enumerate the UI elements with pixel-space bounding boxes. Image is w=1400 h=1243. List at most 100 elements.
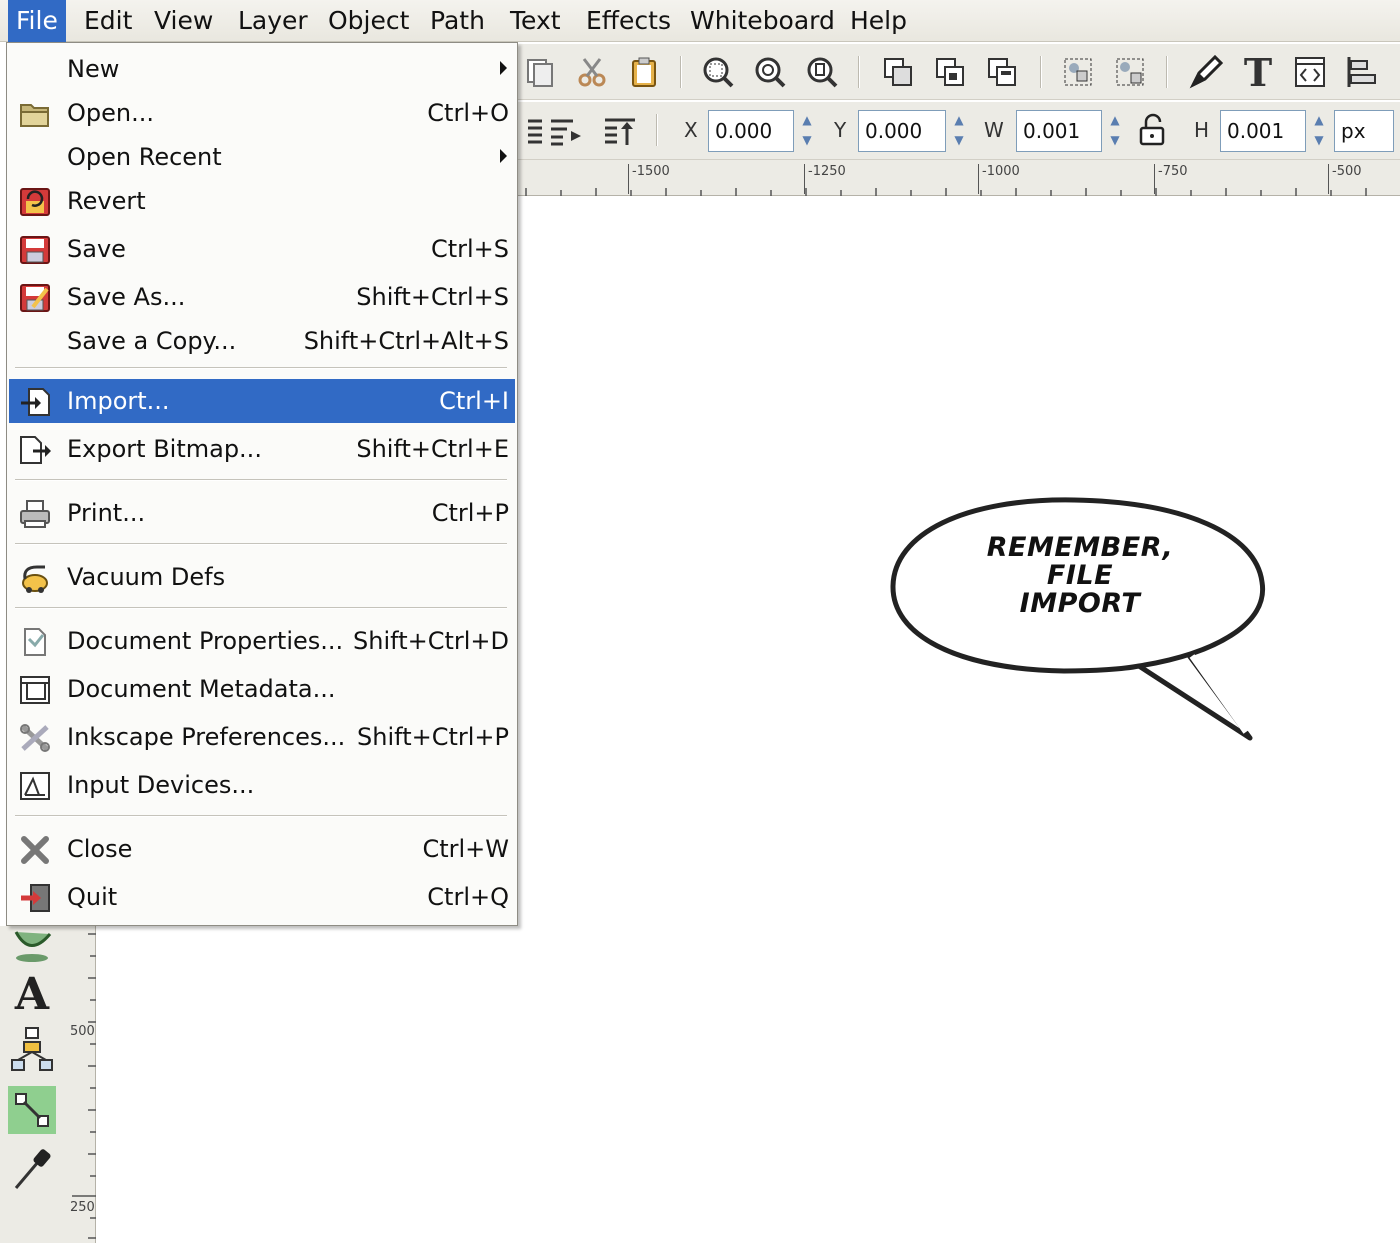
clone-icon[interactable] xyxy=(932,54,968,90)
menu-effects[interactable]: Effects xyxy=(578,0,679,42)
menu-text[interactable]: Text xyxy=(502,0,569,42)
menu-item-save[interactable]: Save Ctrl+S xyxy=(9,227,515,271)
menu-help[interactable]: Help xyxy=(842,0,915,42)
menu-object[interactable]: Object xyxy=(320,0,417,42)
h-field[interactable]: 0.001 xyxy=(1220,110,1306,152)
ruler-label: 250 xyxy=(70,1200,95,1215)
menu-separator xyxy=(15,367,507,369)
x-field[interactable]: 0.000 xyxy=(708,110,794,152)
fill-stroke-icon[interactable] xyxy=(1188,54,1224,90)
menu-item-label: Open... xyxy=(67,99,154,127)
revert-icon xyxy=(20,188,50,216)
menu-item-label: Import... xyxy=(67,387,170,415)
menu-item-input-devices[interactable]: Input Devices... xyxy=(9,763,515,807)
menu-item-shortcut: Ctrl+I xyxy=(439,387,509,415)
ruler-label: -1500 xyxy=(628,164,670,194)
menu-item-shortcut: Shift+Ctrl+E xyxy=(356,435,509,463)
menu-item-label: Print... xyxy=(67,499,146,527)
zoom-selection-icon[interactable] xyxy=(700,54,736,90)
menu-item-close[interactable]: Close Ctrl+W xyxy=(9,827,515,871)
dropper-tool-icon[interactable] xyxy=(8,1144,56,1192)
menu-item-open[interactable]: Open... Ctrl+O xyxy=(9,91,515,135)
y-field[interactable]: 0.000 xyxy=(858,110,946,152)
quit-icon xyxy=(21,884,50,912)
bubble-text-line: FILE xyxy=(1046,560,1114,591)
menu-edit[interactable]: Edit xyxy=(76,0,140,42)
text-font-icon[interactable]: T xyxy=(1240,50,1276,95)
document-properties-icon xyxy=(24,628,46,656)
menu-separator xyxy=(15,607,507,609)
lower-icon[interactable] xyxy=(548,114,584,150)
y-spinner[interactable]: ▲ ▼ xyxy=(948,110,970,152)
ruler-label: -1000 xyxy=(978,164,1020,194)
xml-editor-icon[interactable] xyxy=(1292,54,1328,90)
menu-path[interactable]: Path xyxy=(422,0,493,42)
menu-whiteboard[interactable]: Whiteboard xyxy=(682,0,843,42)
menu-item-label: Save As... xyxy=(67,283,186,311)
paste-icon[interactable] xyxy=(626,54,662,90)
spray-tool-icon[interactable] xyxy=(8,920,56,968)
h-label: H xyxy=(1194,118,1210,142)
menu-separator xyxy=(15,543,507,545)
group-icon[interactable] xyxy=(1060,54,1096,90)
menu-item-shortcut: Shift+Ctrl+P xyxy=(357,723,509,751)
x-spinner[interactable]: ▲ ▼ xyxy=(796,110,818,152)
menu-item-save-as[interactable]: Save As... Shift+Ctrl+S xyxy=(9,275,515,319)
y-label: Y xyxy=(834,118,847,142)
submenu-arrow-icon xyxy=(500,61,507,75)
menu-view[interactable]: View xyxy=(146,0,221,42)
vacuum-icon xyxy=(22,565,48,593)
menu-item-quit[interactable]: Quit Ctrl+Q xyxy=(9,875,515,919)
save-as-icon xyxy=(20,284,50,312)
menu-item-export-bitmap[interactable]: Export Bitmap... Shift+Ctrl+E xyxy=(9,427,515,471)
cut-icon[interactable] xyxy=(574,54,610,90)
menu-item-shortcut: Ctrl+O xyxy=(427,99,509,127)
menu-separator xyxy=(15,479,507,481)
w-field[interactable]: 0.001 xyxy=(1016,110,1102,152)
unit-select[interactable]: px xyxy=(1334,110,1394,152)
menu-file[interactable]: File xyxy=(8,0,66,42)
zoom-drawing-icon[interactable] xyxy=(752,54,788,90)
h-spinner[interactable]: ▲ ▼ xyxy=(1308,110,1330,152)
document-metadata-icon xyxy=(20,676,50,704)
submenu-arrow-icon xyxy=(500,149,507,163)
menu-item-print[interactable]: Print... Ctrl+P xyxy=(9,491,515,535)
x-label: X xyxy=(684,118,698,142)
connector-tool-icon[interactable] xyxy=(8,1086,56,1134)
align-distribute-icon[interactable] xyxy=(1344,54,1380,90)
menu-item-import[interactable]: Import... Ctrl+I xyxy=(9,379,515,423)
menu-item-shortcut: Ctrl+P xyxy=(431,499,509,527)
menu-item-inkscape-preferences[interactable]: Inkscape Preferences... Shift+Ctrl+P xyxy=(9,715,515,759)
menu-item-document-properties[interactable]: Document Properties... Shift+Ctrl+D xyxy=(9,619,515,663)
input-devices-icon xyxy=(20,772,50,800)
menu-item-new[interactable]: New xyxy=(9,47,515,91)
ungroup-icon[interactable] xyxy=(1112,54,1148,90)
duplicate-object-icon[interactable] xyxy=(880,54,916,90)
import-icon xyxy=(21,388,50,416)
ruler-label: -1250 xyxy=(804,164,846,194)
zoom-page-icon[interactable] xyxy=(804,54,840,90)
lock-icon[interactable] xyxy=(1134,112,1170,148)
raise-to-top-icon[interactable] xyxy=(602,114,638,150)
duplicate-icon[interactable] xyxy=(522,54,558,90)
tool-controls-bar: X 0.000 ▲ ▼ Y 0.000 ▲ ▼ W 0.001 ▲ ▼ H 0.001… xyxy=(518,102,1400,160)
preferences-icon xyxy=(20,724,50,752)
menu-item-save-copy[interactable]: Save a Copy... Shift+Ctrl+Alt+S xyxy=(9,319,515,363)
menu-item-label: Input Devices... xyxy=(67,771,255,799)
text-tool-icon[interactable]: A xyxy=(8,969,56,1020)
menu-layer[interactable]: Layer xyxy=(230,0,316,42)
bubble-text-line: IMPORT xyxy=(1019,588,1141,619)
ruler-label: 500 xyxy=(70,1024,95,1039)
printer-icon xyxy=(20,500,50,528)
menu-item-label: Inkscape Preferences... xyxy=(67,723,346,751)
menu-item-label: Vacuum Defs xyxy=(67,563,226,591)
menu-item-revert[interactable]: Revert xyxy=(9,179,515,223)
menu-item-label: Document Properties... xyxy=(67,627,344,655)
menu-item-vacuum-defs[interactable]: Vacuum Defs xyxy=(9,555,515,599)
menu-item-document-metadata[interactable]: Document Metadata... xyxy=(9,667,515,711)
w-spinner[interactable]: ▲ ▼ xyxy=(1104,110,1126,152)
menu-item-open-recent[interactable]: Open Recent xyxy=(9,135,515,179)
menu-item-label: Revert xyxy=(67,187,146,215)
connector-tree-icon[interactable] xyxy=(8,1026,56,1074)
unlink-clone-icon[interactable] xyxy=(984,54,1020,90)
